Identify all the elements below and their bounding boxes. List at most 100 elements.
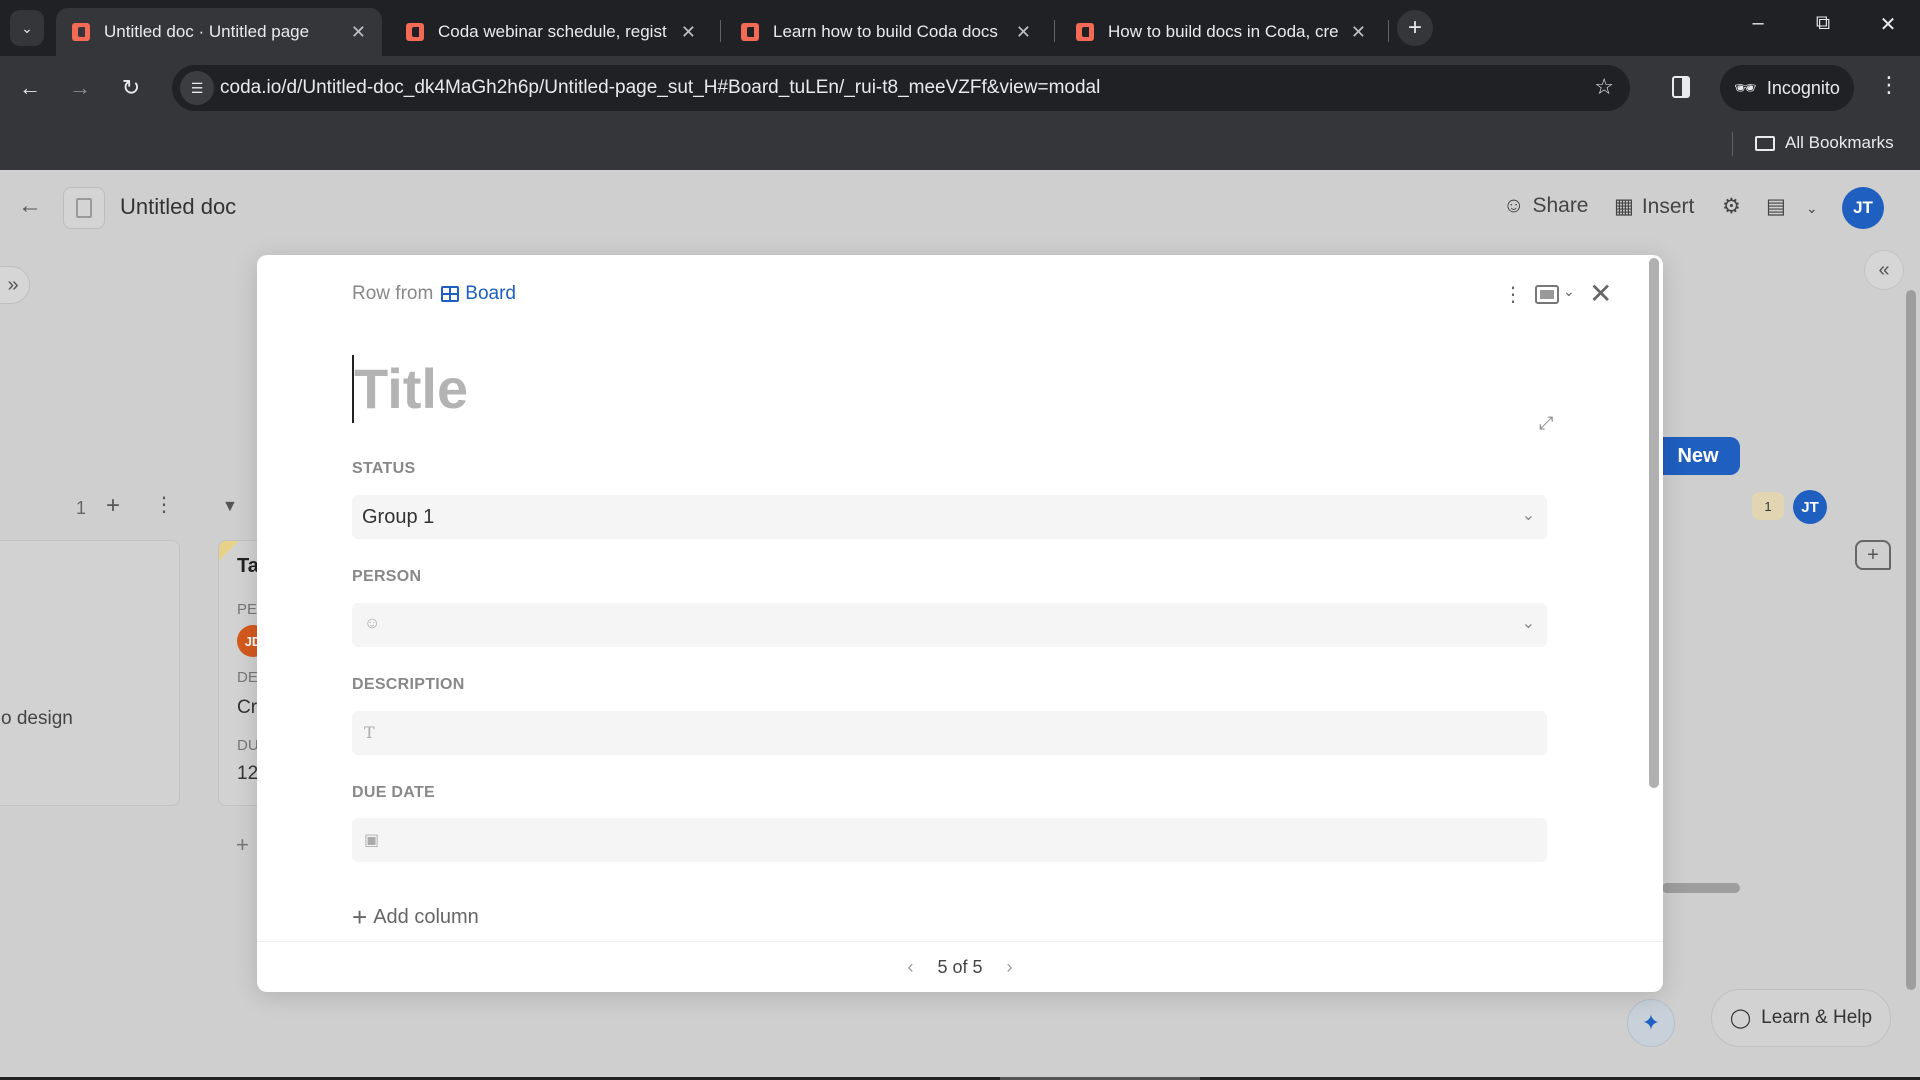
doc-back-button[interactable]: ← xyxy=(18,192,42,220)
url-text[interactable]: coda.io/d/Untitled-doc_dk4MaGh2h6p/Untit… xyxy=(220,77,1100,99)
double-chevron-left-icon: « xyxy=(1878,258,1890,281)
status-select[interactable]: Group 1 ⌄ xyxy=(352,495,1547,539)
tab-title: Untitled doc · Untitled page xyxy=(104,22,310,41)
previous-row-button[interactable]: ‹ xyxy=(907,957,913,978)
card-person-label: PE xyxy=(237,601,258,618)
row-title-input[interactable]: Title xyxy=(352,355,468,423)
coda-favicon-icon xyxy=(72,23,90,41)
comments-dropdown[interactable]: ⌄ xyxy=(1806,200,1818,217)
close-tab-icon[interactable]: ✕ xyxy=(1351,22,1366,43)
site-info-button[interactable]: ☰ xyxy=(180,71,214,105)
share-label: Share xyxy=(1532,194,1589,217)
doc-title[interactable]: Untitled doc xyxy=(120,194,236,220)
due-date-input[interactable]: ▣ xyxy=(352,818,1547,862)
board-card[interactable]: o design xyxy=(0,540,180,806)
board-horizontal-scrollbar[interactable] xyxy=(1662,883,1740,893)
next-row-button[interactable]: › xyxy=(1007,957,1013,978)
comments-button[interactable]: ▤ xyxy=(1766,194,1786,219)
person-icon: ☺ xyxy=(1503,194,1525,217)
close-icon: ✕ xyxy=(1589,278,1613,309)
address-bar[interactable]: ☰ coda.io/d/Untitled-doc_dk4MaGh2h6p/Unt… xyxy=(172,65,1630,111)
tab-title: How to build docs in Coda, cre xyxy=(1108,22,1339,41)
person-label: PERSON xyxy=(352,568,422,585)
modal-close-button[interactable]: ✕ xyxy=(1589,277,1612,310)
table-icon xyxy=(441,286,460,302)
ai-assistant-button[interactable]: ✦ xyxy=(1627,999,1675,1047)
modal-footer: ‹ 5 of 5 › xyxy=(257,941,1663,992)
back-button[interactable]: ← xyxy=(12,70,48,106)
browser-tab[interactable]: Coda webinar schedule, regist ✕ xyxy=(390,8,712,56)
all-bookmarks-label: All Bookmarks xyxy=(1785,133,1894,152)
collapse-panel-button[interactable]: « xyxy=(1864,250,1904,290)
expand-sidebar-button[interactable]: » xyxy=(0,266,30,304)
reload-button[interactable]: ↻ xyxy=(113,70,149,106)
modal-scrollbar[interactable] xyxy=(1649,258,1659,788)
modal-more-button[interactable]: ⋮ xyxy=(1503,282,1523,307)
comment-count-badge[interactable]: 1 xyxy=(1752,492,1784,520)
new-row-button[interactable]: New xyxy=(1656,437,1740,475)
learn-help-button[interactable]: ◯ Learn & Help xyxy=(1711,989,1891,1047)
browser-menu-button[interactable]: ⋮ xyxy=(1878,72,1900,98)
expand-icon[interactable]: ⤢ xyxy=(1539,413,1553,434)
text-icon: T xyxy=(364,723,375,742)
comment-icon: ▤ xyxy=(1766,195,1786,218)
arrow-left-icon: ← xyxy=(19,75,41,100)
user-avatar[interactable]: JT xyxy=(1842,187,1884,229)
gear-icon: ⚙ xyxy=(1722,195,1741,218)
close-tab-icon[interactable]: ✕ xyxy=(1016,22,1031,43)
layout-dropdown[interactable]: ⌄ xyxy=(1563,283,1575,300)
minimize-icon: – xyxy=(1752,12,1764,34)
coda-favicon-icon xyxy=(741,23,759,41)
calendar-icon: ▣ xyxy=(364,832,380,849)
doc-icon[interactable] xyxy=(63,187,105,229)
browser-tab[interactable]: Learn how to build Coda docs ✕ xyxy=(725,8,1047,56)
group-collapse-toggle[interactable]: ▼ xyxy=(222,498,238,516)
coda-favicon-icon xyxy=(406,23,424,41)
page-scrollbar[interactable] xyxy=(1906,290,1916,990)
group-count: 1 xyxy=(76,498,87,518)
chevron-down-icon: ⌄ xyxy=(1806,200,1818,216)
tab-divider xyxy=(720,20,721,42)
bookmark-star-icon[interactable]: ☆ xyxy=(1594,74,1614,100)
group-more-button[interactable]: ⋮ xyxy=(154,492,174,517)
close-window-button[interactable]: ✕ xyxy=(1868,12,1908,37)
browser-tab[interactable]: Untitled doc · Untitled page ✕ xyxy=(56,8,382,56)
add-card-bottom-button[interactable]: + xyxy=(236,832,249,858)
settings-button[interactable]: ⚙ xyxy=(1722,194,1741,219)
source-table-link[interactable]: Board xyxy=(441,283,516,305)
status-value: Group 1 xyxy=(362,506,435,528)
status-label: STATUS xyxy=(352,460,416,477)
browser-tab[interactable]: How to build docs in Coda, cre ✕ xyxy=(1060,8,1382,56)
close-tab-icon[interactable]: ✕ xyxy=(681,22,696,43)
close-icon: ✕ xyxy=(1879,14,1897,36)
tab-divider xyxy=(1054,20,1055,42)
description-label: DESCRIPTION xyxy=(352,676,465,693)
layout-icon[interactable] xyxy=(1535,285,1559,304)
add-column-button[interactable]: + Add column xyxy=(352,902,479,933)
tune-icon: ☰ xyxy=(190,79,204,96)
browser-tab-bar: ⌄ Untitled doc · Untitled page ✕ Coda we… xyxy=(0,0,1920,56)
description-input[interactable]: T xyxy=(352,711,1547,755)
minimize-button[interactable]: – xyxy=(1738,12,1778,35)
folder-icon xyxy=(1755,135,1775,151)
add-card-button[interactable]: + xyxy=(106,492,120,520)
add-comment-button[interactable]: + xyxy=(1855,540,1891,570)
bookmarks-divider xyxy=(1732,132,1733,156)
new-tab-button[interactable]: + xyxy=(1397,10,1433,46)
share-button[interactable]: ☺ Share xyxy=(1503,194,1589,218)
forward-button[interactable]: → xyxy=(62,70,98,106)
person-select[interactable]: ☺ ⌄ xyxy=(352,603,1547,647)
tab-title: Learn how to build Coda docs xyxy=(773,22,998,41)
restore-button[interactable]: ⧉ xyxy=(1803,12,1843,35)
board-user-avatar[interactable]: JT xyxy=(1793,490,1827,524)
plus-icon: + xyxy=(106,492,121,519)
all-bookmarks-button[interactable]: All Bookmarks xyxy=(1755,133,1894,153)
plus-icon: + xyxy=(1407,14,1422,41)
side-panel-icon[interactable] xyxy=(1672,76,1690,98)
tab-search-button[interactable]: ⌄ xyxy=(10,10,44,46)
row-pagination: 5 of 5 xyxy=(937,956,983,977)
close-tab-icon[interactable]: ✕ xyxy=(351,22,366,43)
incognito-indicator[interactable]: 🕶 Incognito xyxy=(1720,65,1854,111)
card-title: Ta xyxy=(237,555,259,577)
insert-button[interactable]: ▦ Insert xyxy=(1614,194,1694,219)
